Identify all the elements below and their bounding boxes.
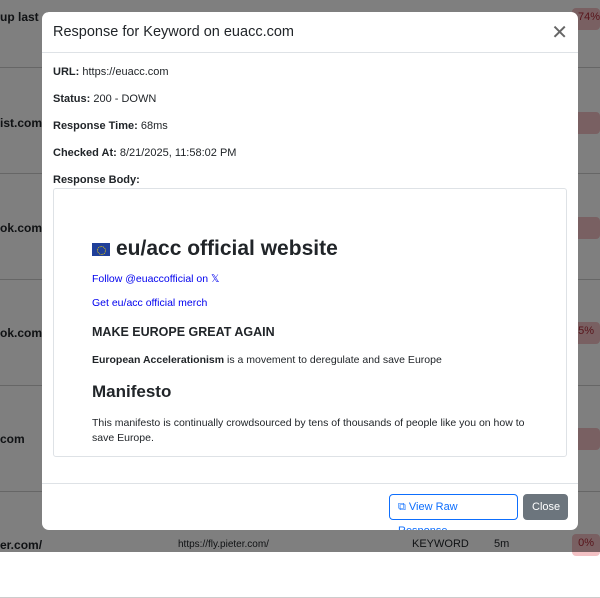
modal-footer: ⧉ View Raw Response Close (42, 483, 578, 530)
button-label: View Raw Response (398, 501, 458, 530)
body-heading: eu/acc official website (92, 237, 528, 261)
response-modal: Response for Keyword on euacc.com ✕ URL:… (42, 12, 578, 530)
view-raw-response-button[interactable]: ⧉ View Raw Response (389, 494, 518, 530)
field-label: Response Time: (53, 120, 138, 132)
bold-text: European Accelerationism (92, 354, 225, 366)
body-paragraph: European Accelerationism is a movement t… (92, 353, 528, 368)
manifesto-heading: Manifesto (92, 382, 172, 401)
heading-text: eu/acc official website (116, 237, 338, 260)
body-subheading: MAKE EUROPE GREAT AGAIN (92, 325, 275, 339)
close-button[interactable]: Close (523, 494, 568, 520)
field-value: 68ms (140, 120, 168, 132)
eu-flag-icon (92, 242, 110, 256)
response-body-frame[interactable]: eu/acc official website Follow @euaccoff… (53, 188, 567, 457)
follow-link[interactable]: Follow @euaccofficial on 𝕏 (92, 273, 528, 285)
manifesto-paragraph: This manifesto is continually crowdsourc… (92, 417, 525, 444)
field-label: Checked At: (53, 147, 117, 159)
field-value: 200 - DOWN (93, 93, 157, 105)
close-icon[interactable]: ✕ (551, 20, 568, 45)
external-link-icon: ⧉ (398, 501, 406, 513)
field-url: URL: https://euacc.com (53, 63, 567, 90)
field-response-time: Response Time: 68ms (53, 117, 567, 144)
field-value: 8/21/2025, 11:58:02 PM (119, 147, 237, 159)
merch-link[interactable]: Get eu/acc official merch (92, 297, 528, 309)
field-status: Status: 200 - DOWN (53, 90, 567, 117)
paragraph-text: is a movement to deregulate and save Eur… (224, 354, 442, 366)
field-value: https://euacc.com (82, 66, 169, 78)
field-label: Status: (53, 93, 91, 105)
modal-title: Response for Keyword on euacc.com (53, 24, 294, 40)
modal-body: URL: https://euacc.com Status: 200 - DOW… (42, 53, 578, 208)
field-checked-at: Checked At: 8/21/2025, 11:58:02 PM (53, 144, 567, 171)
field-label: Response Body: (53, 174, 140, 186)
field-label: URL: (53, 66, 80, 78)
modal-header: Response for Keyword on euacc.com ✕ (42, 12, 578, 53)
